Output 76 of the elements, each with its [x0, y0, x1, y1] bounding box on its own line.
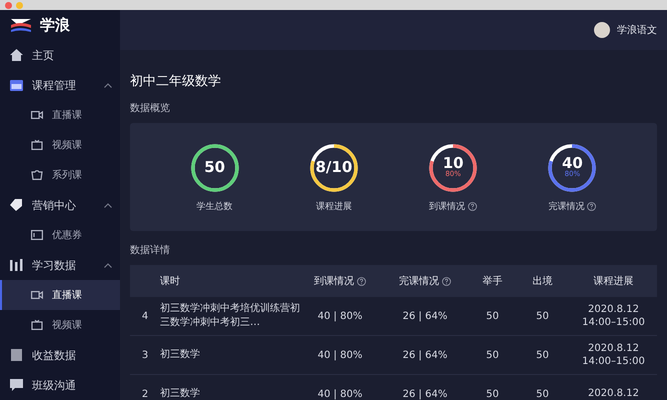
stat-label: 到课情况: [429, 200, 466, 212]
sidebar-subitem[interactable]: 视频课: [0, 130, 120, 160]
section-title: 数据详情: [130, 244, 171, 257]
table-cell: 40 | 80%: [318, 310, 362, 322]
chevron-up-icon: [104, 202, 112, 208]
table-cell: 50: [536, 388, 549, 400]
app-name: 学浪: [40, 16, 70, 34]
help-icon[interactable]: [357, 276, 366, 286]
stat-value: 8/10: [315, 160, 352, 175]
column-header: 完课情况: [399, 274, 439, 288]
calendar-icon: [10, 79, 23, 91]
sidebar-subitem[interactable]: 视频课: [0, 310, 120, 340]
help-icon[interactable]: [587, 202, 596, 210]
table-cell: 2020.8.12: [588, 342, 639, 355]
column-header: 到课情况: [314, 274, 354, 288]
table-cell: 14:00–15:00: [582, 355, 645, 368]
column-header: 举手: [482, 274, 502, 288]
stat-value: 40: [562, 156, 583, 172]
logo-icon: [10, 17, 32, 33]
sidebar-subitem[interactable]: 直播课: [0, 100, 120, 130]
table-cell: 50: [536, 350, 549, 360]
table-cell: 14:00–15:00: [582, 316, 645, 330]
table-cell-text: 3: [140, 350, 150, 360]
table-cell: 40 | 80%: [318, 388, 362, 400]
progress-ring: [308, 142, 360, 194]
sidebar-item[interactable]: 收益数据: [0, 340, 120, 370]
table-cell-text: 初三数学: [160, 387, 201, 400]
table-cell: 26 | 64%: [402, 388, 448, 400]
tv-icon: [31, 320, 43, 330]
sidebar-item[interactable]: 主页: [0, 40, 120, 70]
stat-value: 50: [204, 160, 226, 175]
table-cell: 初三数学冲刺中考培优训练营初三数学冲刺中考初三…: [160, 302, 300, 330]
table-cell: 40 | 80%: [318, 350, 362, 360]
home-icon: [10, 49, 23, 61]
stat-label: 学生总数: [196, 200, 233, 212]
page-title: 初中二年级数学: [130, 73, 222, 90]
avatar[interactable]: [594, 22, 610, 38]
user-name[interactable]: 学浪语文: [617, 23, 657, 37]
help-icon[interactable]: [442, 276, 451, 286]
table-cell-text: 初三数学: [160, 348, 201, 362]
sidebar-subitem[interactable]: 直播课: [0, 280, 120, 310]
sidebar-subitem[interactable]: 系列课: [0, 160, 120, 190]
sidebar-item[interactable]: 班级沟通: [0, 370, 120, 400]
table-cell: 2020.8.12: [588, 302, 639, 316]
table-cell: 26 | 64%: [402, 350, 448, 360]
stat-value: 10: [442, 156, 464, 172]
chevron-up-icon: [104, 82, 112, 88]
progress-ring: [546, 142, 598, 194]
stat-label: 课程进展: [316, 200, 352, 212]
video-icon: [31, 290, 43, 300]
tag-icon: [10, 199, 23, 211]
table-cell: 50: [486, 350, 499, 360]
table-cell-text: 2: [140, 388, 150, 400]
table-cell: 50: [536, 310, 549, 322]
sidebar-subitem[interactable]: 优惠券: [0, 220, 120, 250]
sidebar-item[interactable]: 课程管理: [0, 70, 120, 100]
table-cell: 2020.8.12: [588, 387, 639, 400]
sidebar-item[interactable]: 营销中心: [0, 190, 120, 220]
column-header: 课时: [160, 274, 180, 288]
progress-ring: [427, 142, 480, 194]
section-title: 数据概览: [130, 102, 171, 115]
sidebar-item[interactable]: 学习数据: [0, 250, 120, 280]
progress-ring: [188, 142, 241, 194]
bar-chart-icon: [10, 259, 23, 271]
video-icon: [31, 110, 43, 120]
table-cell: 26 | 64%: [402, 310, 448, 322]
column-header: 课程进展: [594, 274, 634, 288]
table-cell: 50: [486, 388, 499, 400]
tv-icon: [31, 140, 43, 150]
chat-icon: [10, 379, 23, 391]
table-cell-text: 4: [140, 310, 150, 322]
help-icon[interactable]: [468, 202, 478, 210]
column-header: 出境: [532, 274, 552, 288]
table-cell: 50: [486, 310, 499, 322]
chevron-up-icon: [104, 262, 112, 268]
stat-label: 完课情况: [548, 200, 584, 212]
